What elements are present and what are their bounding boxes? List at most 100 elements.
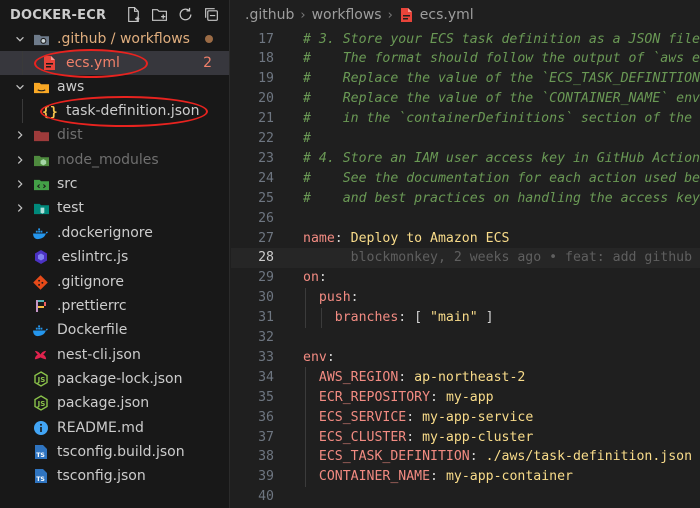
git-blame-annotation: blockmonkey, 2 weeks ago • feat: add git… — [303, 250, 692, 265]
code-line[interactable]: 19 # Replace the value of the `ECS_TASK_D… — [231, 69, 700, 89]
refresh-icon[interactable] — [176, 5, 195, 24]
code-line[interactable]: 22 # — [231, 129, 700, 149]
code-text: env: — [303, 350, 335, 365]
tree-folder-aws[interactable]: aws — [0, 75, 229, 99]
code-line[interactable]: 35 ECR_REPOSITORY: my-app — [231, 387, 700, 408]
collapse-all-icon[interactable] — [202, 5, 221, 24]
tree-file-ecs-yml[interactable]: ecs.yml 2 — [0, 51, 229, 75]
line-number: 18 — [258, 51, 274, 67]
code-line[interactable]: 18 # The format should follow the output … — [231, 49, 700, 69]
code-line[interactable]: 32 — [231, 328, 700, 348]
folder-icon — [33, 127, 50, 144]
tree-folder-github-workflows[interactable]: .github / workflows — [0, 27, 229, 51]
code-line[interactable]: 23 # 4. Store an IAM user access key in G… — [231, 148, 700, 168]
yaml-file-icon — [41, 55, 58, 72]
code-line[interactable]: 25 # and best practices on handling the a… — [231, 188, 700, 208]
code-line[interactable]: 30 push: — [231, 287, 700, 308]
code-line[interactable]: 26 — [231, 208, 700, 228]
tree-file-prettierrc[interactable]: .prettierrc — [0, 294, 229, 318]
tree-file-task-definition-json[interactable]: {} task-definition.json — [0, 99, 229, 123]
line-number: 37 — [258, 429, 274, 445]
code-text: # Replace the value of the `CONTAINER_NA… — [303, 91, 700, 106]
tree-file-tsconfig-json[interactable]: TS tsconfig.json — [0, 464, 229, 488]
line-number: 33 — [258, 349, 274, 365]
code-line[interactable]: 27 name: Deploy to Amazon ECS — [231, 228, 700, 248]
git-icon — [32, 274, 49, 291]
folder-icon — [33, 152, 50, 169]
code-line[interactable]: 39 CONTAINER_NAME: my-app-container — [231, 466, 700, 487]
code-line[interactable]: 17 # 3. Store your ECS task definition as… — [231, 29, 700, 49]
chevron-right-icon[interactable] — [13, 201, 27, 215]
token-key: ECS_CLUSTER — [303, 429, 407, 445]
chevron-right-icon: › — [300, 7, 306, 23]
explorer-sidebar: DOCKER-ECR .github / workflows ecs.yml 2 aw… — [0, 0, 230, 508]
line-number: 36 — [258, 409, 274, 425]
code-line[interactable]: 29 on: — [231, 268, 700, 288]
token-comment: # — [303, 131, 311, 146]
line-number: 19 — [258, 71, 274, 87]
tree-item-label: Dockerfile — [57, 322, 128, 338]
tree-item-label: aws — [57, 79, 85, 95]
token-str: my-app-container — [445, 469, 573, 485]
code-line[interactable]: 40 — [231, 487, 700, 507]
breadcrumb: .github › workflows › ecs.yml — [231, 0, 700, 30]
tree-file-nest-cli-json[interactable]: nest-cli.json — [0, 343, 229, 367]
code-text: # and best practices on handling the acc… — [303, 191, 700, 206]
tree-file-package-lock-json[interactable]: JS package-lock.json — [0, 367, 229, 391]
tree-file-tsconfig-build-json[interactable]: TS tsconfig.build.json — [0, 440, 229, 464]
chevron-down-icon[interactable] — [13, 80, 27, 94]
tree-file-dockerfile[interactable]: Dockerfile — [0, 318, 229, 342]
breadcrumb-github[interactable]: .github — [245, 7, 294, 23]
chevron-right-icon[interactable] — [13, 153, 27, 167]
tree-item-label: src — [57, 176, 78, 192]
token-blame: blockmonkey, 2 weeks ago • feat: add git… — [303, 250, 693, 266]
tree-file-gitignore[interactable]: .gitignore — [0, 270, 229, 294]
svg-text:JS: JS — [36, 400, 45, 408]
code-line[interactable]: 33 env: — [231, 347, 700, 367]
tree-item-label: dist — [57, 127, 83, 143]
indent-guide — [22, 99, 23, 123]
code-text: ECS_SERVICE: my-app-service — [303, 410, 533, 425]
tree-file-package-json[interactable]: JS package.json — [0, 391, 229, 415]
breadcrumb-ecs-yml[interactable]: ecs.yml — [420, 7, 474, 23]
docker-icon — [32, 225, 49, 242]
token-comment: # in the `containerDefinitions` section … — [303, 111, 693, 127]
tree-folder-dist[interactable]: dist — [0, 123, 229, 147]
token-plain: : — [398, 369, 415, 385]
new-folder-icon[interactable] — [150, 5, 169, 24]
token-plain: : — [406, 409, 423, 425]
line-number: 29 — [258, 270, 274, 286]
tree-item-label: test — [57, 200, 84, 216]
code-line[interactable]: 31 branches: [ "main" ] — [231, 307, 700, 328]
code-line[interactable]: 37 ECS_CLUSTER: my-app-cluster — [231, 427, 700, 447]
tree-file-eslintrc-js[interactable]: .eslintrc.js — [0, 245, 229, 269]
code-line[interactable]: 21 # in the `containerDefinitions` sectio… — [231, 109, 700, 129]
breadcrumb-workflows[interactable]: workflows — [312, 7, 382, 23]
code-line[interactable]: 20 # Replace the value of the `CONTAINER_… — [231, 89, 700, 109]
new-file-icon[interactable] — [124, 5, 143, 24]
code-line[interactable]: 36 ECS_SERVICE: my-app-service — [231, 407, 700, 428]
token-plain: : [ — [398, 310, 431, 326]
tree-folder-node-modules[interactable]: node_modules — [0, 148, 229, 172]
code-text: name: Deploy to Amazon ECS — [303, 231, 509, 246]
tree-folder-src[interactable]: src — [0, 172, 229, 196]
token-plain: : — [318, 270, 327, 286]
code-line[interactable]: 28 blockmonkey, 2 weeks ago • feat: add … — [231, 247, 700, 268]
tree-folder-test[interactable]: test — [0, 196, 229, 220]
code-line[interactable]: 34 AWS_REGION: ap-northeast-2 — [231, 367, 700, 388]
code-line[interactable]: 38 ECS_TASK_DEFINITION: ./aws/task-defin… — [231, 446, 700, 467]
tree-file-readme-md[interactable]: README.md — [0, 416, 229, 440]
npm-json-icon: JS — [32, 371, 49, 388]
code-text: # Replace the value of the `ECS_TASK_DEF… — [303, 71, 700, 86]
info-icon — [32, 420, 49, 437]
chevron-right-icon[interactable] — [13, 177, 27, 191]
folder-icon — [33, 200, 50, 217]
tree-file-dockerignore[interactable]: .dockerignore — [0, 221, 229, 245]
token-str: ap-northeast-2 — [414, 369, 526, 385]
token-key: on — [303, 270, 319, 286]
code-line[interactable]: 24 # See the documentation for each actio… — [231, 168, 700, 188]
code-text: on: — [303, 270, 327, 285]
chevron-right-icon[interactable] — [13, 128, 27, 142]
token-key: env — [303, 349, 327, 365]
chevron-down-icon[interactable] — [13, 32, 27, 46]
